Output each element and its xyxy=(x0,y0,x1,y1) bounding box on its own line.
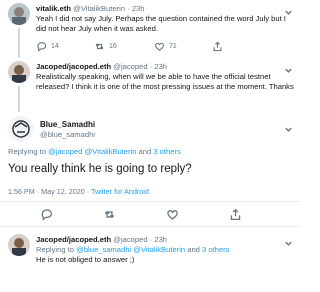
chevron-down-icon[interactable] xyxy=(284,62,293,73)
avatar[interactable] xyxy=(8,3,30,25)
replying-and: and xyxy=(136,147,154,156)
tweet-reply[interactable]: Jacoped/jacoped.eth @jacoped · 23h Reply… xyxy=(0,229,300,292)
tweet-text-line: released? I think it is one of the most … xyxy=(36,82,294,91)
share-button[interactable] xyxy=(229,208,242,220)
avatar[interactable] xyxy=(8,61,30,83)
tweet-text-line: did not hear July when it was asked. xyxy=(36,24,158,33)
tweet-text: Realistically speaking, when will we be … xyxy=(36,72,294,92)
mention-link[interactable]: @VitalikButerin xyxy=(133,245,185,254)
tweet-text-line: Yeah I did not say July. Perhaps the que… xyxy=(36,14,286,23)
tweet-text: You really think he is going to reply? xyxy=(8,163,192,175)
tweet-time[interactable]: 23h xyxy=(154,62,167,71)
handle[interactable]: @jacoped xyxy=(113,62,147,71)
separator: · xyxy=(149,62,153,71)
tweet-jacoped[interactable]: Jacoped/jacoped.eth @jacoped · 23h Reali… xyxy=(0,58,300,112)
retweet-count: 16 xyxy=(109,42,117,50)
divider xyxy=(0,226,300,227)
thread-line xyxy=(18,28,20,58)
timestamp-text[interactable]: 1:56 PM · May 12, 2020 · xyxy=(8,187,91,196)
tweet-header: Blue_Samadhi xyxy=(40,120,95,130)
chevron-down-icon[interactable] xyxy=(284,235,293,246)
display-name[interactable]: vitalik.eth xyxy=(36,4,71,13)
display-name[interactable]: Blue_Samadhi xyxy=(40,120,95,129)
display-name[interactable]: Jacoped/jacoped.eth xyxy=(36,235,111,244)
chevron-down-icon[interactable] xyxy=(284,121,293,132)
tweet-text: Yeah I did not say July. Perhaps the que… xyxy=(36,14,286,34)
handle[interactable]: @jacoped xyxy=(113,235,147,244)
tweet-actions: 14 16 71 xyxy=(36,40,276,52)
tweet-text-line: Realistically speaking, when will we be … xyxy=(36,72,271,81)
mention-link[interactable]: @VitalikButerin xyxy=(85,147,137,156)
reply-icon xyxy=(41,208,53,221)
others-link[interactable]: 3 others xyxy=(202,245,229,254)
replying-to: Replying to @jacoped @VitalikButerin and… xyxy=(8,147,181,157)
tweet-actions xyxy=(0,208,300,221)
chevron-down-icon[interactable] xyxy=(284,4,293,15)
retweet-icon xyxy=(104,210,115,218)
tweet-main: Blue_Samadhi @blue_samadhi Replying to @… xyxy=(0,112,300,208)
separator: · xyxy=(127,4,130,13)
mention-link[interactable]: @jacoped xyxy=(48,147,82,156)
share-icon xyxy=(213,41,222,51)
handle[interactable]: @VitalikButerin xyxy=(73,4,125,13)
tweet-text: He is not obliged to answer ;) xyxy=(36,255,135,264)
like-button[interactable]: 71 xyxy=(154,40,177,52)
tweet-header: Jacoped/jacoped.eth @jacoped · 23h xyxy=(36,62,167,72)
replying-prefix: Replying to xyxy=(36,245,77,254)
like-count: 71 xyxy=(169,42,177,50)
mention-link[interactable]: @blue_samadhi xyxy=(76,245,131,254)
reply-count: 14 xyxy=(51,42,59,50)
like-icon xyxy=(154,42,165,51)
tweet-time[interactable]: 23h xyxy=(132,4,145,13)
reply-icon xyxy=(37,41,47,52)
avatar[interactable] xyxy=(8,234,30,256)
reply-button[interactable] xyxy=(40,208,53,221)
divider xyxy=(0,201,300,202)
replying-to: Replying to @blue_samadhi @VitalikButeri… xyxy=(36,245,229,255)
tweet-header: vitalik.eth @VitalikButerin · 23h xyxy=(36,4,145,14)
retweet-button[interactable] xyxy=(103,208,116,220)
source-link[interactable]: Twitter for Android xyxy=(91,187,149,196)
display-name[interactable]: Jacoped/jacoped.eth xyxy=(36,62,111,71)
separator: · xyxy=(149,235,153,244)
replying-and: and xyxy=(185,245,203,254)
replying-prefix: Replying to xyxy=(8,147,49,156)
reply-button[interactable]: 14 xyxy=(36,40,59,52)
thread-line xyxy=(18,86,20,112)
tweet-vitalik[interactable]: vitalik.eth @VitalikButerin · 23h Yeah I… xyxy=(0,0,300,58)
like-icon xyxy=(167,209,178,220)
avatar[interactable] xyxy=(8,116,34,142)
like-button[interactable] xyxy=(166,208,179,220)
tweet-time[interactable]: 23h xyxy=(154,235,167,244)
others-link[interactable]: 3 others xyxy=(153,147,180,156)
handle[interactable]: @blue_samadhi xyxy=(40,130,95,140)
retweet-icon xyxy=(95,43,104,49)
share-icon xyxy=(230,208,241,220)
share-button[interactable] xyxy=(212,40,223,52)
retweet-button[interactable]: 16 xyxy=(94,40,117,52)
tweet-header: Jacoped/jacoped.eth @jacoped · 23h xyxy=(36,235,167,245)
tweet-timestamp: 1:56 PM · May 12, 2020 · Twitter for And… xyxy=(8,187,149,197)
